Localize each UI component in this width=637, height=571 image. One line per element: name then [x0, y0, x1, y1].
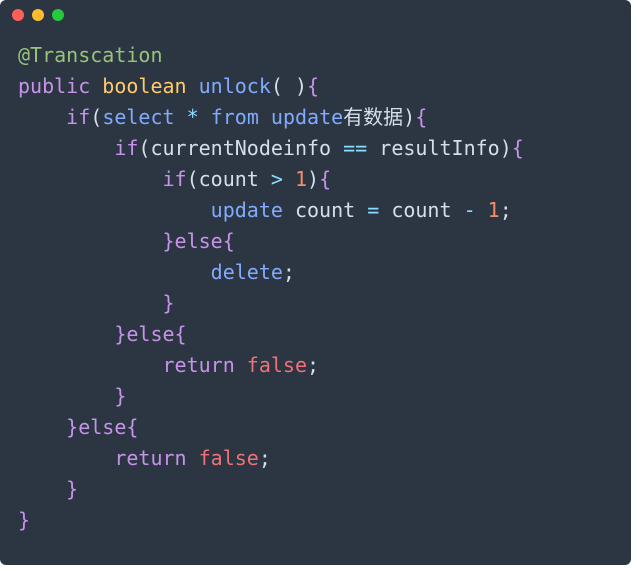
kw-update: update — [211, 198, 283, 222]
brace-close: } — [114, 384, 126, 408]
semi: ; — [283, 260, 295, 284]
kw-else: else — [78, 415, 126, 439]
kw-public: public — [18, 74, 90, 98]
brace-close: } — [66, 477, 78, 501]
paren-close: ) — [307, 167, 319, 191]
minimize-icon[interactable] — [32, 9, 44, 21]
semi: ; — [307, 353, 319, 377]
op-minus: - — [464, 198, 476, 222]
op-eq: == — [343, 136, 367, 160]
paren-open: ( — [138, 136, 150, 160]
kw-false: false — [247, 353, 307, 377]
brace-open: { — [126, 415, 138, 439]
brace-open: { — [307, 74, 319, 98]
id-count: count — [391, 198, 451, 222]
brace-open: { — [223, 229, 235, 253]
brace-close: } — [66, 415, 78, 439]
kw-boolean: boolean — [102, 74, 186, 98]
paren-close: ) — [403, 105, 415, 129]
semi: ; — [259, 446, 271, 470]
code-window: @Transcation public boolean unlock( ){ i… — [0, 0, 631, 565]
kw-if: if — [114, 136, 138, 160]
paren-open: ( — [187, 167, 199, 191]
annotation: @Transcation — [18, 43, 163, 67]
kw-else: else — [126, 322, 174, 346]
kw-if: if — [163, 167, 187, 191]
lit-1: 1 — [295, 167, 307, 191]
maximize-icon[interactable] — [52, 9, 64, 21]
kw-else: else — [175, 229, 223, 253]
brace-open: { — [175, 322, 187, 346]
star: * — [187, 105, 199, 129]
kw-from: from — [211, 105, 259, 129]
kw-if: if — [66, 105, 90, 129]
semi: ; — [500, 198, 512, 222]
op-gt: > — [271, 167, 283, 191]
id-count: count — [295, 198, 355, 222]
kw-select: select — [102, 105, 174, 129]
brace-close: } — [163, 229, 175, 253]
op-assign: = — [367, 198, 379, 222]
code-block: @Transcation public boolean unlock( ){ i… — [0, 30, 631, 546]
titlebar — [0, 0, 631, 30]
lit-1: 1 — [488, 198, 500, 222]
kw-return: return — [163, 353, 235, 377]
brace-open: { — [512, 136, 524, 160]
id-currentnodeinfo: currentNodeinfo — [150, 136, 331, 160]
kw-delete: delete — [211, 260, 283, 284]
text-hasdata: 有数据 — [343, 105, 403, 129]
brace-open: { — [319, 167, 331, 191]
brace-close: } — [163, 291, 175, 315]
paren-close: ) — [500, 136, 512, 160]
kw-false: false — [199, 446, 259, 470]
close-icon[interactable] — [12, 9, 24, 21]
parens: ( ) — [271, 74, 307, 98]
brace-close: } — [114, 322, 126, 346]
paren-open: ( — [90, 105, 102, 129]
fn-unlock: unlock — [199, 74, 271, 98]
kw-update: update — [271, 105, 343, 129]
brace-open: { — [415, 105, 427, 129]
kw-return: return — [114, 446, 186, 470]
id-count: count — [199, 167, 259, 191]
brace-close: } — [18, 508, 30, 532]
id-resultinfo: resultInfo — [379, 136, 499, 160]
